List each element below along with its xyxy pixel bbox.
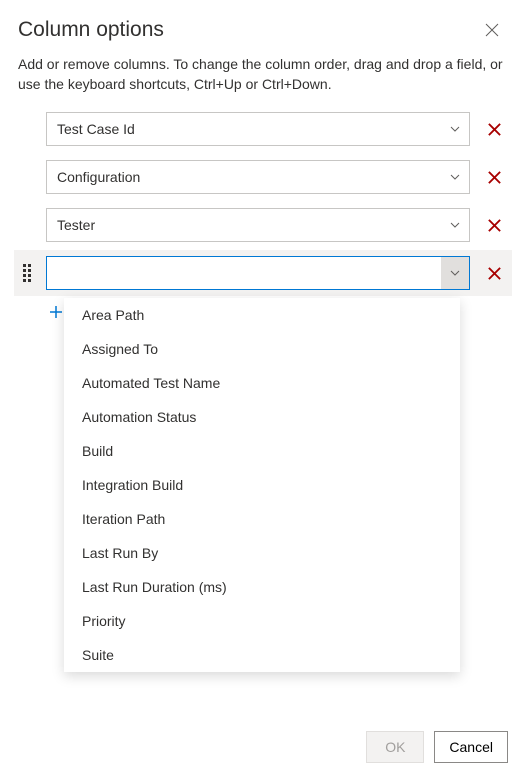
- remove-icon: [487, 122, 502, 137]
- dropdown-option[interactable]: Priority: [64, 604, 460, 638]
- chevron-down-icon: [449, 123, 461, 135]
- dropdown-option[interactable]: Build: [64, 434, 460, 468]
- column-value: Tester: [57, 217, 441, 233]
- drag-handle[interactable]: [18, 264, 36, 282]
- dialog-footer: OK Cancel: [18, 715, 508, 779]
- remove-icon: [487, 170, 502, 185]
- column-dropdown-list[interactable]: Area Path Assigned To Automated Test Nam…: [64, 298, 460, 672]
- column-select[interactable]: Test Case Id: [46, 112, 470, 146]
- close-button[interactable]: [476, 14, 508, 46]
- cancel-button[interactable]: Cancel: [434, 731, 508, 763]
- remove-column-button[interactable]: [480, 115, 508, 143]
- dialog-description: Add or remove columns. To change the col…: [18, 54, 508, 94]
- dropdown-option[interactable]: Suite: [64, 638, 460, 672]
- dropdown-option[interactable]: Last Run By: [64, 536, 460, 570]
- dropdown-option[interactable]: Assigned To: [64, 332, 460, 366]
- remove-icon: [487, 218, 502, 233]
- column-value: Test Case Id: [57, 121, 441, 137]
- dialog-title: Column options: [18, 18, 164, 42]
- chevron-down-icon: [449, 267, 461, 279]
- column-row: Test Case Id: [18, 112, 508, 146]
- dropdown-toggle[interactable]: [441, 257, 469, 289]
- remove-column-button[interactable]: [480, 259, 508, 287]
- dropdown-option[interactable]: Automation Status: [64, 400, 460, 434]
- close-icon: [484, 22, 500, 38]
- dropdown-toggle[interactable]: [441, 209, 469, 241]
- columns-list: Test Case Id Configuration Tes: [18, 112, 508, 290]
- column-row: Tester: [18, 208, 508, 242]
- dropdown-option[interactable]: Last Run Duration (ms): [64, 570, 460, 604]
- dialog-header: Column options: [18, 14, 508, 46]
- column-select-active[interactable]: [46, 256, 470, 290]
- dropdown-option[interactable]: Integration Build: [64, 468, 460, 502]
- column-select[interactable]: Configuration: [46, 160, 470, 194]
- column-row-active: [14, 250, 512, 296]
- remove-column-button[interactable]: [480, 163, 508, 191]
- remove-icon: [487, 266, 502, 281]
- remove-column-button[interactable]: [480, 211, 508, 239]
- column-search-input[interactable]: [57, 265, 441, 281]
- plus-icon: [48, 304, 64, 320]
- dropdown-option[interactable]: Iteration Path: [64, 502, 460, 536]
- column-select[interactable]: Tester: [46, 208, 470, 242]
- column-row: Configuration: [18, 160, 508, 194]
- dropdown-option[interactable]: Automated Test Name: [64, 366, 460, 400]
- chevron-down-icon: [449, 171, 461, 183]
- chevron-down-icon: [449, 219, 461, 231]
- column-value: Configuration: [57, 169, 441, 185]
- dropdown-toggle[interactable]: [441, 161, 469, 193]
- dropdown-toggle[interactable]: [441, 113, 469, 145]
- grip-icon: [23, 264, 31, 282]
- dropdown-option[interactable]: Area Path: [64, 298, 460, 332]
- ok-button[interactable]: OK: [366, 731, 424, 763]
